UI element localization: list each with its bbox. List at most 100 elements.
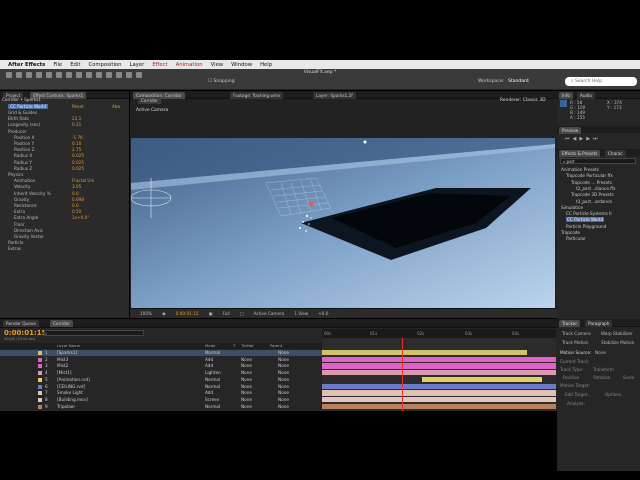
layer-label-color[interactable] xyxy=(38,397,42,402)
timeline-layer-row[interactable]: 5 [Animation.rvd] Normal None None xyxy=(0,377,322,383)
layer-parent-dropdown[interactable]: None xyxy=(278,404,289,409)
layer-duration-bar[interactable] xyxy=(322,403,556,409)
timeline-layer-row[interactable]: 4 [Mist1] Lighten None None xyxy=(0,370,322,376)
col-mode[interactable]: Mode xyxy=(205,343,215,348)
exposure-value[interactable]: +0.0 xyxy=(318,311,328,316)
layer-name[interactable]: [Mist1] xyxy=(57,370,72,375)
timeline-layer-row[interactable]: 2 Mist3 Add None None xyxy=(0,357,322,363)
layer-mode-dropdown[interactable]: Normal xyxy=(205,404,220,409)
layer-trkmat-dropdown[interactable]: None xyxy=(241,390,252,395)
layer-duration-bar[interactable] xyxy=(422,376,542,383)
effect-property-row[interactable]: Extras xyxy=(2,246,127,252)
effect-property-value[interactable]: 0.50 xyxy=(72,209,81,214)
effects-tree-item[interactable]: t2_part...diance.ffx xyxy=(576,186,638,192)
effects-search-input[interactable]: ⌕ part xyxy=(560,158,636,164)
effects-tree-item[interactable]: CC Particle World xyxy=(566,217,638,223)
layer-label-color[interactable] xyxy=(38,404,42,409)
layer-label-color[interactable] xyxy=(38,371,42,376)
track-motion-button[interactable]: Track Motion xyxy=(562,340,588,345)
menu-help[interactable]: Help xyxy=(260,62,272,68)
timeline-layer-row[interactable]: 8 [Building.mov] Screen None None xyxy=(0,397,322,403)
tab-audio[interactable]: Audio xyxy=(577,92,595,99)
magnification-dropdown[interactable]: 100% xyxy=(140,311,152,316)
stabilize-motion-button[interactable]: Stabilize Motion xyxy=(601,340,634,345)
effects-tree-item[interactable]: Trapcode ... Presets xyxy=(571,180,638,186)
layer-duration-bar[interactable] xyxy=(322,356,556,363)
layer-mode-dropdown[interactable]: Screen xyxy=(205,397,219,402)
layer-parent-dropdown[interactable]: None xyxy=(278,350,289,355)
menu-layer[interactable]: Layer xyxy=(130,62,145,68)
tab-footage[interactable]: Footage: flashing.wmv xyxy=(230,92,284,99)
col-parent[interactable]: Parent xyxy=(270,343,282,348)
effects-tree-item[interactable]: Trapcode 3D Presets xyxy=(571,192,638,198)
tab-character[interactable]: Charac xyxy=(605,150,626,157)
col-layer-name[interactable]: Layer Name xyxy=(57,343,80,348)
warp-stabilizer-button[interactable]: Warp Stabilizer xyxy=(601,331,633,336)
layer-parent-dropdown[interactable]: None xyxy=(278,357,289,362)
effects-tree-item[interactable]: Trapcode xyxy=(561,230,638,236)
timeline-search-input[interactable]: ⌕ xyxy=(44,330,144,336)
effect-property-value[interactable]: 0.10 xyxy=(72,141,81,146)
layer-duration-bar[interactable] xyxy=(322,383,556,389)
effect-property-value[interactable]: 0.025 xyxy=(72,160,84,165)
layer-trkmat-dropdown[interactable]: None xyxy=(241,363,252,368)
layer-parent-dropdown[interactable]: None xyxy=(278,384,289,389)
time-ruler[interactable]: 00s 01s 02s 03s 04s xyxy=(322,329,556,338)
effects-tree-item[interactable]: t3_part...ardance xyxy=(576,199,638,205)
effects-tree-item[interactable]: Trapcode Particular ffx xyxy=(566,173,638,179)
layer-mode-dropdown[interactable]: Add xyxy=(205,363,213,368)
current-time-display[interactable]: 0:00:01:15 xyxy=(176,311,199,316)
effect-property-value[interactable]: 3.05 xyxy=(72,184,81,189)
layer-trkmat-dropdown[interactable]: None xyxy=(241,370,252,375)
effects-tree-item[interactable]: Particle Playground xyxy=(566,224,638,230)
tab-preview[interactable]: Preview xyxy=(559,127,582,134)
effect-property-value[interactable]: 1x+0.0° xyxy=(72,215,89,220)
layer-name[interactable]: Smoke Light xyxy=(57,390,83,395)
menu-composition[interactable]: Composition xyxy=(88,62,121,68)
layer-trkmat-dropdown[interactable]: None xyxy=(241,377,252,382)
effect-property-value[interactable]: 0.698 xyxy=(72,197,84,202)
timeline-layer-row[interactable]: 6 [CEILING.rvd] Normal None None xyxy=(0,384,322,390)
workspace-selector[interactable]: Workspace: Standard xyxy=(478,79,529,84)
search-help-input[interactable]: ⌕ Search Help xyxy=(565,77,637,86)
effect-property-value[interactable]: -1.76 xyxy=(72,135,83,140)
layer-name[interactable]: Mist2 xyxy=(57,363,68,368)
layer-parent-dropdown[interactable]: None xyxy=(278,370,289,375)
col-t[interactable]: T xyxy=(233,343,235,348)
view-layout-dropdown[interactable]: 1 View xyxy=(294,311,308,316)
resolution-dropdown[interactable]: Full xyxy=(223,311,230,316)
options-button[interactable]: Options... xyxy=(605,392,625,397)
position-checkbox[interactable]: Position xyxy=(563,375,579,380)
layer-mode-dropdown[interactable]: Lighten xyxy=(205,370,221,375)
snapshot-icon[interactable]: ◉ xyxy=(162,311,166,316)
col-trkmat[interactable]: TrkMat xyxy=(241,343,254,348)
layer-mode-dropdown[interactable]: Normal xyxy=(205,377,220,382)
layer-trkmat-dropdown[interactable]: None xyxy=(241,384,252,389)
tab-timeline-corridor[interactable]: Corridor xyxy=(50,320,73,327)
timeline-layer-row[interactable]: 7 Smoke Light Add None None xyxy=(0,390,322,396)
tab-effects-presets[interactable]: Effects & Presets xyxy=(559,150,601,157)
tab-info[interactable]: Info xyxy=(559,92,573,99)
comp-viewer-canvas[interactable] xyxy=(131,138,555,308)
layer-mode-dropdown[interactable]: Add xyxy=(205,390,213,395)
tab-paragraph[interactable]: Paragraph xyxy=(585,320,613,327)
layer-mode-dropdown[interactable]: Add xyxy=(205,357,213,362)
effects-tree-item[interactable]: Animation Presets xyxy=(561,167,638,173)
renderer-readout[interactable]: Renderer: Classic 3D xyxy=(500,98,546,103)
tab-tracker[interactable]: Tracker xyxy=(559,320,581,327)
menu-view[interactable]: View xyxy=(211,62,224,68)
app-menu[interactable]: After Effects xyxy=(8,62,45,68)
tab-layer[interactable]: Layer: Sparks1.2f xyxy=(313,92,356,99)
layer-trkmat-dropdown[interactable]: None xyxy=(241,357,252,362)
layer-name[interactable]: [Sparks1] xyxy=(57,350,77,355)
menu-window[interactable]: Window xyxy=(231,62,252,68)
camera-view-dropdown[interactable]: Active Camera xyxy=(254,311,285,316)
track-camera-button[interactable]: Track Camera xyxy=(562,331,591,336)
effects-tree-item[interactable]: CC Particle Systems II xyxy=(566,211,638,217)
layer-mode-dropdown[interactable]: Normal xyxy=(205,350,220,355)
layer-parent-dropdown[interactable]: None xyxy=(278,397,289,402)
layer-duration-bar[interactable] xyxy=(322,363,556,369)
layer-duration-bar[interactable] xyxy=(322,370,556,376)
layer-parent-dropdown[interactable]: None xyxy=(278,390,289,395)
layer-name[interactable]: [Animation.rvd] xyxy=(57,377,90,382)
